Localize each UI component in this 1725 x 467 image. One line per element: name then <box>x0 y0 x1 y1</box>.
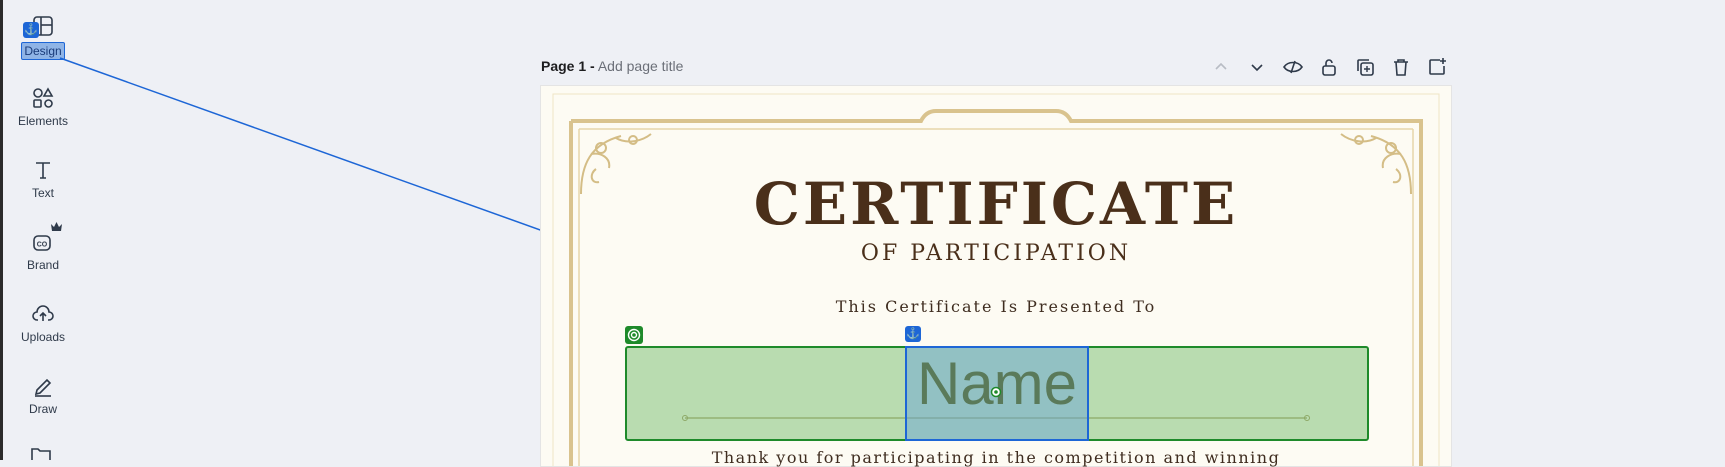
anchor-icon[interactable]: ⚓ <box>905 326 921 342</box>
design-canvas[interactable]: CERTIFICATE OF PARTICIPATION This Certif… <box>541 86 1451 467</box>
trash-icon[interactable] <box>1390 56 1412 78</box>
certificate-title[interactable]: CERTIFICATE <box>541 170 1451 238</box>
thanks-text[interactable]: Thank you for participating in the compe… <box>541 448 1451 467</box>
hide-icon[interactable] <box>1282 56 1304 78</box>
chevron-down-icon[interactable] <box>1246 56 1268 78</box>
name-placeholder-text[interactable]: Name <box>905 349 1089 418</box>
page-title[interactable]: Page 1 - Add page title <box>541 58 683 74</box>
center-target-icon[interactable] <box>990 386 1002 398</box>
target-icon[interactable] <box>625 326 643 344</box>
page-title-input[interactable]: Add page title <box>598 58 684 74</box>
page-number-label: Page 1 - <box>541 58 595 74</box>
duplicate-icon[interactable] <box>1354 56 1376 78</box>
certificate-subtitle[interactable]: OF PARTICIPATION <box>541 241 1451 266</box>
chevron-up-icon[interactable] <box>1210 56 1232 78</box>
add-page-icon[interactable] <box>1426 56 1448 78</box>
presented-to-text[interactable]: This Certificate Is Presented To <box>541 297 1451 316</box>
lock-icon[interactable] <box>1318 56 1340 78</box>
